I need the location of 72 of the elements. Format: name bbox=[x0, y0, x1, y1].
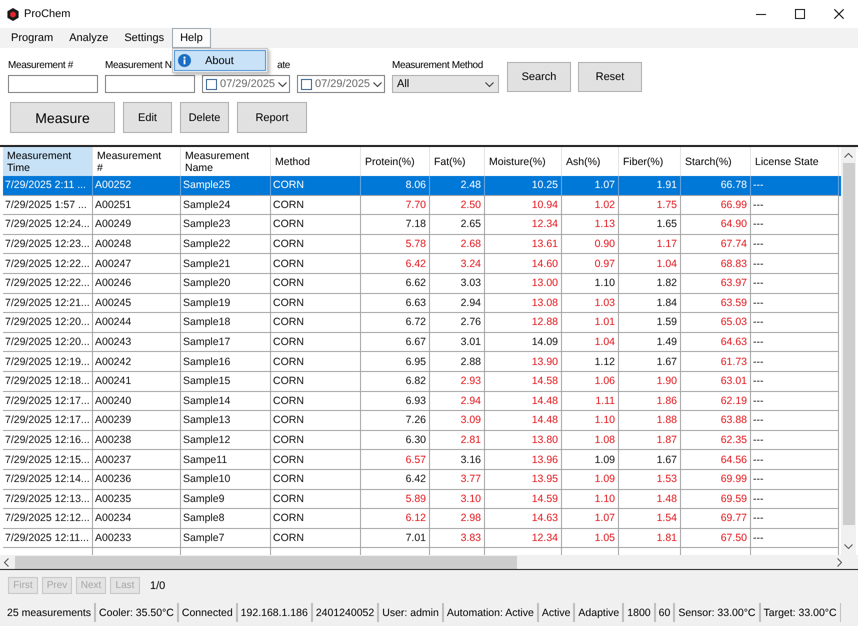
chevron-down-icon bbox=[485, 82, 494, 86]
table-row[interactable]: 7/29/2025 12:15... A00237 Sampe11 CORN 6.57 3.16 13.96 1.09 1.67 64.56 --- bbox=[3, 450, 841, 470]
date-picker[interactable]: 07/29/2025 bbox=[297, 75, 385, 93]
table-row[interactable]: 7/29/2025 12:12... A00234 Sample8 CORN 6.12 2.98 14.63 1.07 1.54 69.77 --- bbox=[3, 509, 841, 529]
status-item: User: admin bbox=[378, 603, 443, 622]
menu-item[interactable]: Help bbox=[172, 28, 211, 48]
action-button[interactable]: Report bbox=[237, 102, 307, 133]
table-row[interactable]: 7/29/2025 2:11 ... A00252 Sample25 CORN 8.06 2.48 10.25 1.07 1.91 66.78 --- bbox=[3, 176, 841, 196]
status-item: 1800 bbox=[623, 603, 655, 622]
menu-item[interactable]: About bbox=[174, 50, 266, 71]
table-row[interactable]: 7/29/2025 12:14... A00236 Sample10 CORN 6.42 3.77 13.95 1.09 1.53 69.99 --- bbox=[3, 470, 841, 490]
table-row[interactable]: 7/29/2025 12:13... A00235 Sample9 CORN 5.89 3.10 14.59 1.10 1.48 69.59 --- bbox=[3, 490, 841, 510]
action-button[interactable]: Edit bbox=[123, 102, 172, 133]
table-row[interactable]: 7/29/2025 12:22... A00247 Sample21 CORN 6.42 3.24 14.60 0.97 1.04 68.83 --- bbox=[3, 254, 841, 274]
status-item: Cooler: 35.50°C bbox=[95, 603, 178, 622]
status-item: Connected bbox=[178, 603, 237, 622]
table-row[interactable]: 7/29/2025 12:17... A00240 Sample14 CORN 6.93 2.94 14.48 1.11 1.86 62.19 --- bbox=[3, 392, 841, 412]
table-row[interactable]: 7/29/2025 12:20... A00244 Sample18 CORN 6.72 2.76 12.88 1.01 1.59 65.03 --- bbox=[3, 313, 841, 333]
checkbox[interactable] bbox=[206, 78, 217, 90]
checkbox[interactable] bbox=[301, 78, 312, 90]
table-row[interactable]: 7/29/2025 12:17... A00239 Sample13 CORN 7.26 3.09 14.48 1.10 1.88 63.88 --- bbox=[3, 411, 841, 431]
close-icon bbox=[834, 9, 844, 19]
menu-item[interactable]: Analyze bbox=[61, 28, 116, 48]
status-item: 60 bbox=[654, 603, 674, 622]
action-button[interactable]: Measure bbox=[10, 102, 115, 133]
field-label: ate bbox=[277, 59, 290, 73]
table-row[interactable]: 7/29/2025 12:16... A00238 Sample12 CORN 6.30 2.81 13.80 1.08 1.87 62.35 --- bbox=[3, 430, 841, 450]
status-item: Active bbox=[538, 603, 574, 622]
status-item: Target: 33.00°C bbox=[760, 603, 841, 622]
table-row[interactable]: 7/29/2025 1:57 ... A00251 Sample24 CORN 7.70 2.50 10.94 1.02 1.75 66.99 --- bbox=[3, 196, 841, 216]
menu-item[interactable]: Settings bbox=[116, 28, 172, 48]
action-button[interactable]: Delete bbox=[180, 102, 229, 133]
status-item: Automation: Active bbox=[442, 603, 538, 622]
info-icon bbox=[178, 54, 192, 67]
chevron-down-icon bbox=[844, 544, 853, 549]
table-row[interactable]: 7/29/2025 12:22... A00246 Sample20 CORN 6.62 3.03 13.00 1.10 1.82 63.97 --- bbox=[3, 274, 841, 294]
scrollbar-thumb[interactable] bbox=[15, 556, 517, 568]
horizontal-scrollbar[interactable] bbox=[0, 555, 858, 569]
table-row[interactable]: 7/29/2025 12:11... A00233 Sample7 CORN 7.01 3.83 12.34 1.05 1.81 67.50 --- bbox=[3, 528, 841, 548]
filter-button[interactable]: Reset bbox=[578, 62, 642, 92]
date-picker[interactable]: 07/29/2025 bbox=[202, 75, 290, 93]
table-row[interactable]: 7/29/2025 12:19... A00242 Sample16 CORN 6.95 2.88 13.90 1.12 1.67 61.73 --- bbox=[3, 352, 841, 372]
table-row[interactable]: 7/29/2025 12:20... A00243 Sample17 CORN 6.67 3.01 14.09 1.04 1.49 64.63 --- bbox=[3, 332, 841, 352]
page-indicator: 1/0 bbox=[150, 580, 166, 592]
filter-button[interactable]: Search bbox=[507, 62, 571, 92]
table-row[interactable]: 7/29/2025 12:23... A00248 Sample22 CORN 5.78 2.68 13.61 0.90 1.17 67.74 --- bbox=[3, 234, 841, 254]
column-header[interactable]: Measurement Time bbox=[3, 147, 93, 176]
text-field[interactable] bbox=[105, 75, 195, 93]
table-row[interactable]: 7/29/2025 12:24... A00249 Sample23 CORN 7.18 2.65 12.34 1.13 1.65 64.90 --- bbox=[3, 215, 841, 235]
hexagon-logo-icon bbox=[7, 8, 19, 20]
dropdown-field[interactable]: All bbox=[392, 75, 499, 93]
chevron-down-icon bbox=[278, 82, 288, 86]
status-item: 25 measurements bbox=[3, 603, 96, 622]
status-item: Adaptive bbox=[574, 603, 624, 622]
chevron-up-icon bbox=[844, 153, 853, 158]
field-label: Measurement # bbox=[8, 59, 73, 73]
status-item: 192.168.1.186 bbox=[236, 603, 312, 622]
table-row[interactable]: 7/29/2025 12:18... A00241 Sample15 CORN 6.82 2.93 14.58 1.06 1.90 63.01 --- bbox=[3, 372, 841, 392]
menu-item[interactable]: Program bbox=[3, 28, 62, 48]
status-item: Sensor: 33.00°C bbox=[674, 603, 760, 622]
field-label: Measurement Method bbox=[392, 59, 483, 73]
window-title: ProChem bbox=[24, 8, 70, 20]
scrollbar-thumb[interactable] bbox=[842, 163, 854, 525]
field-label: Measurement N bbox=[105, 59, 172, 73]
chevron-down-icon bbox=[373, 82, 382, 86]
chevron-right-icon bbox=[837, 558, 842, 566]
maximize-icon bbox=[794, 9, 804, 19]
chevron-left-icon bbox=[4, 558, 9, 566]
table-row[interactable]: 7/29/2025 12:21... A00245 Sample19 CORN 6.63 2.94 13.08 1.03 1.84 63.59 --- bbox=[3, 294, 841, 314]
text-field[interactable] bbox=[8, 75, 98, 93]
status-item: 2401240052 bbox=[312, 603, 378, 622]
vertical-scrollbar[interactable] bbox=[841, 147, 856, 555]
